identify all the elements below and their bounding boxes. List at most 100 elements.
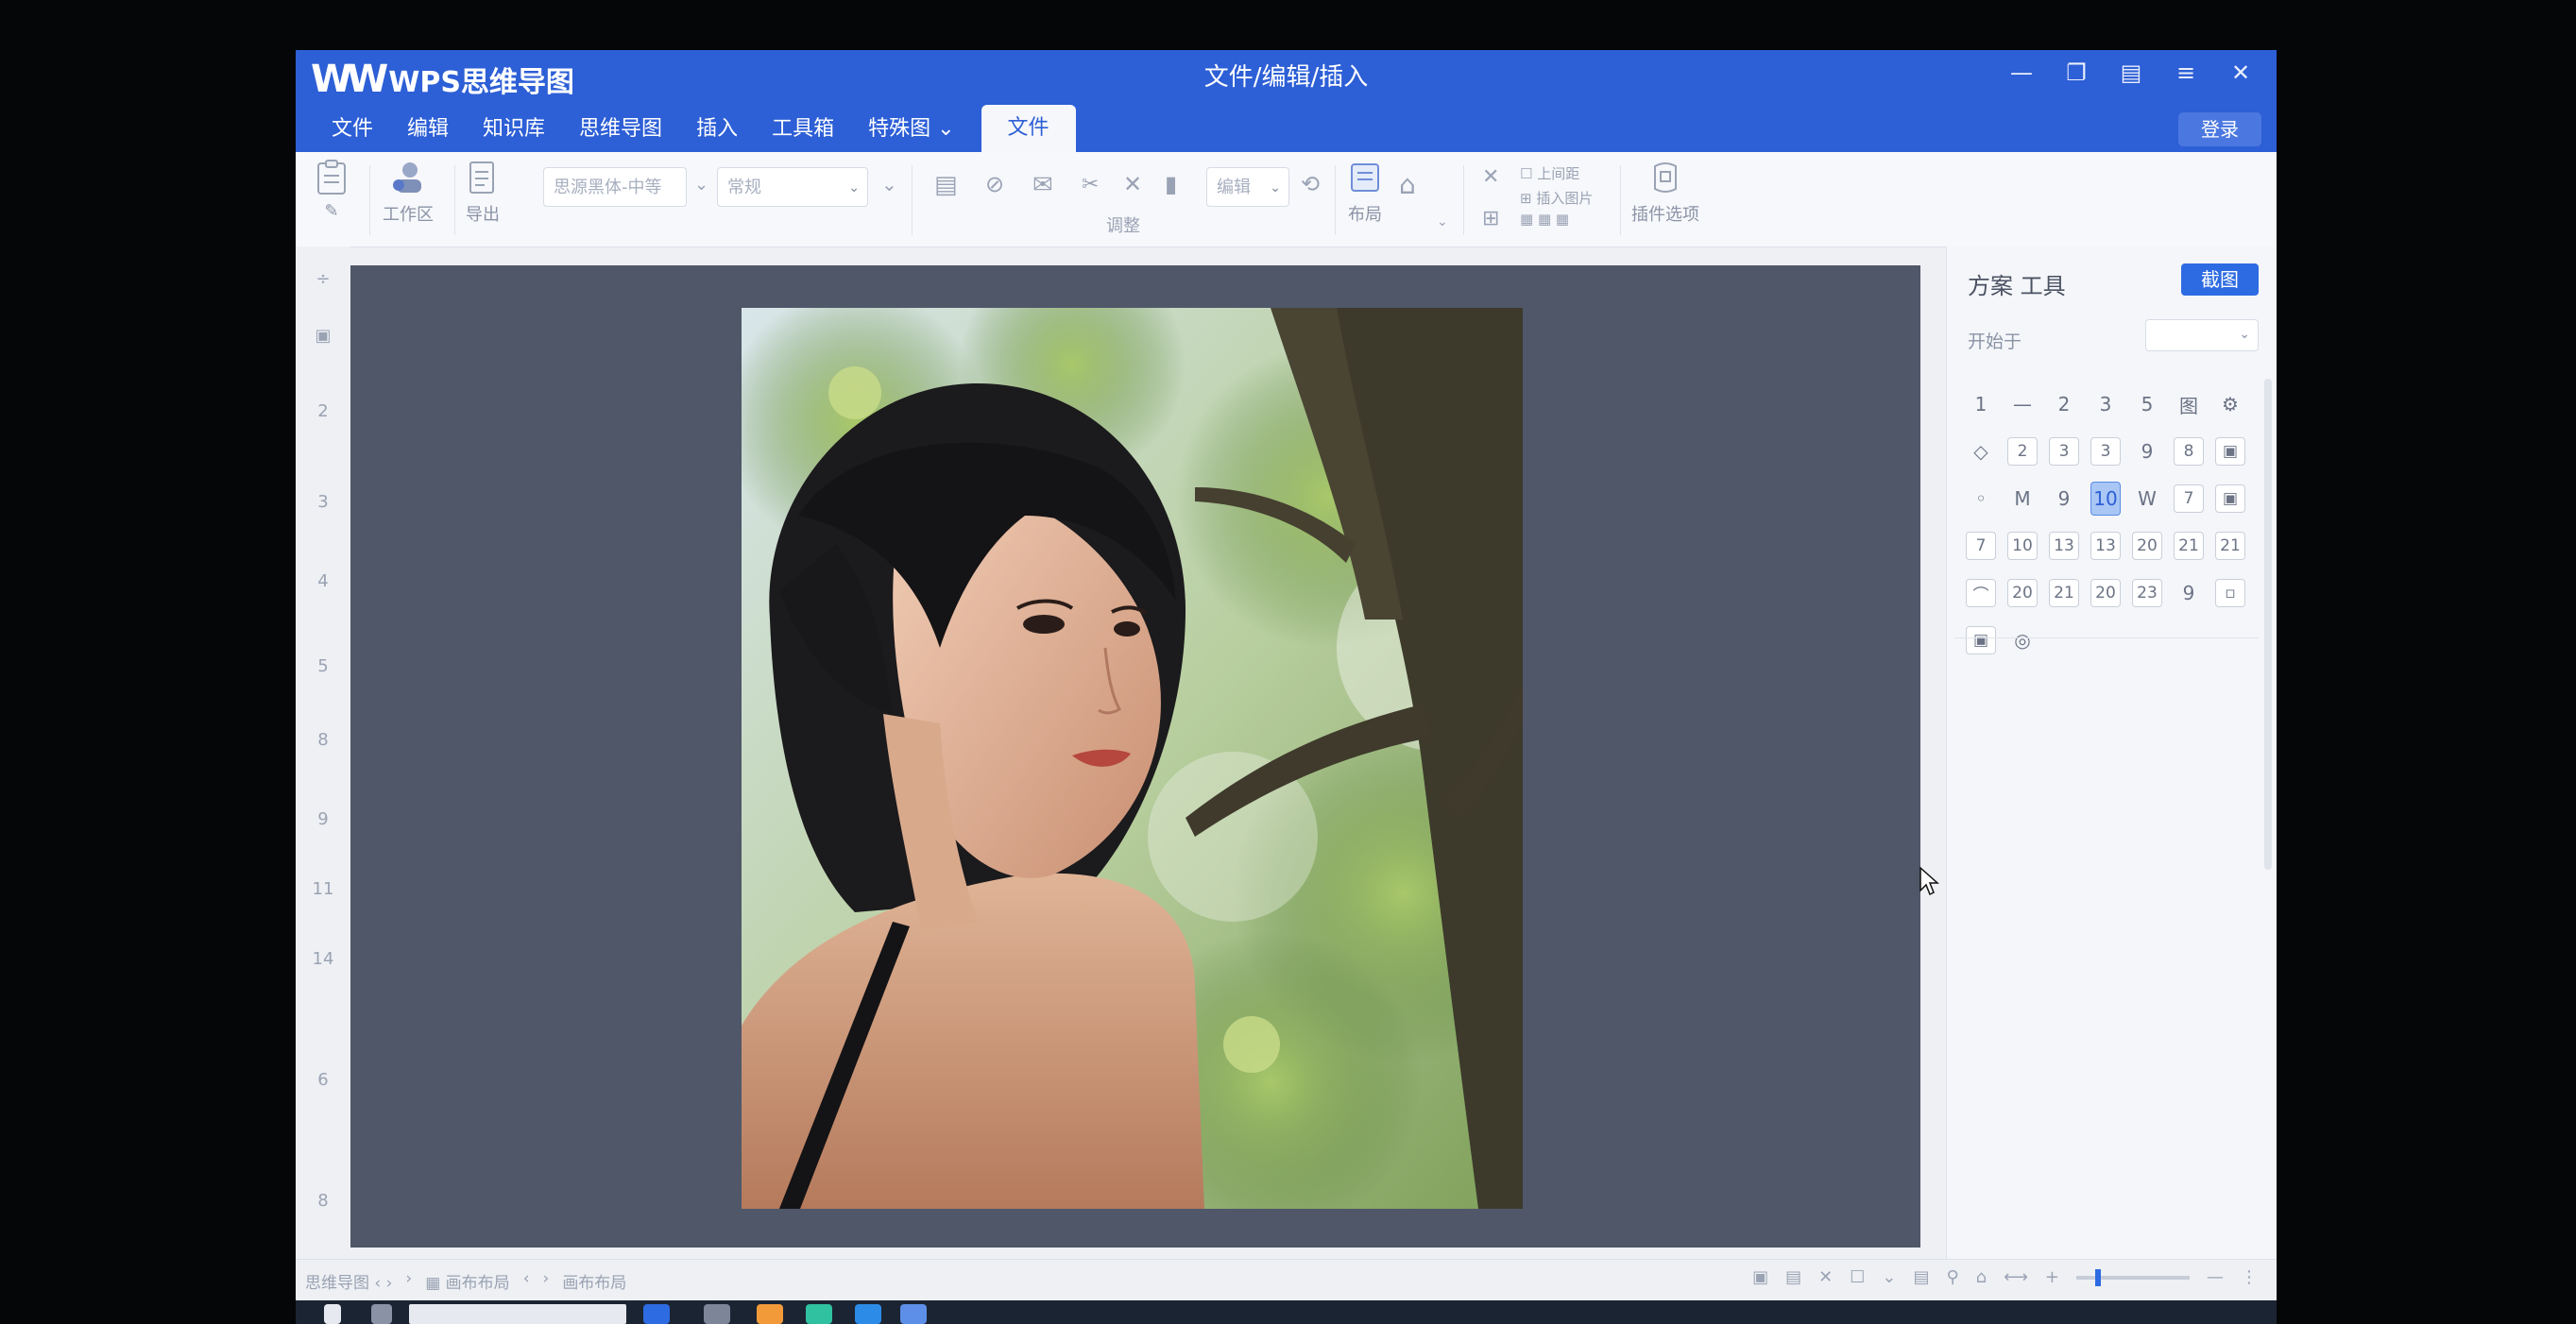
calendar-cell[interactable]: ▣: [2209, 482, 2251, 516]
calendar-cell[interactable]: —: [2002, 387, 2043, 421]
grid-icon[interactable]: ▤: [1785, 1267, 1801, 1287]
tab-file-active[interactable]: 文件: [981, 105, 1076, 152]
calendar-cell[interactable]: 8: [2168, 434, 2209, 468]
link-icon[interactable]: ⊘: [985, 171, 1004, 197]
cross-icon[interactable]: ✕: [1818, 1267, 1833, 1287]
chevron-down-icon[interactable]: ⌄: [881, 173, 897, 195]
layout-tool[interactable]: 布局: [1346, 158, 1384, 226]
target-icon[interactable]: ◎: [2002, 623, 2043, 657]
home-icon[interactable]: ⌂: [1399, 169, 1416, 200]
calendar-cell[interactable]: 10: [2002, 529, 2043, 563]
calendar-cell[interactable]: 20: [2002, 576, 2043, 610]
taskbar-app[interactable]: [704, 1304, 730, 1324]
menu-mindmap[interactable]: 思维导图: [562, 110, 679, 152]
calendar-cell-selected[interactable]: 10: [2085, 482, 2126, 516]
menu-knowledge[interactable]: 知识库: [466, 110, 562, 152]
more-options[interactable]: ▦ ▦ ▦: [1520, 211, 1569, 228]
taskbar-app[interactable]: [757, 1304, 783, 1324]
minimize-icon[interactable]: —: [2005, 54, 2039, 92]
panel-toggle-icon[interactable]: ▤: [2114, 54, 2148, 92]
start-icon[interactable]: [324, 1304, 341, 1324]
menu-tools[interactable]: 工具箱: [755, 110, 851, 152]
calendar-cell[interactable]: 9: [2168, 576, 2209, 610]
calendar-cell[interactable]: 21: [2168, 529, 2209, 563]
font-family-select[interactable]: 思源黑体-中等: [543, 167, 687, 207]
calendar-cell[interactable]: 9: [2126, 434, 2168, 468]
zoom-slider-knob[interactable]: [2095, 1268, 2101, 1286]
font-size-select[interactable]: 常规 ⌄: [717, 167, 868, 207]
calendar-cell[interactable]: 7: [1960, 529, 2002, 563]
brush-icon[interactable]: ✕: [1123, 171, 1142, 197]
start-select[interactable]: ⌄: [2145, 319, 2259, 351]
align-icon[interactable]: ▤: [934, 171, 958, 199]
rotate-icon[interactable]: ⟲: [1301, 171, 1320, 197]
menu-special[interactable]: 特殊图 ⌄: [851, 110, 971, 152]
login-button[interactable]: 登录: [2178, 112, 2261, 146]
menu-icon[interactable]: ⋮: [2241, 1267, 2258, 1287]
mail-icon[interactable]: ✉: [1032, 171, 1053, 199]
menu-insert[interactable]: 插入: [679, 110, 755, 152]
status-item[interactable]: 画布布局: [562, 1269, 626, 1293]
calendar-cell[interactable]: ⌒: [1960, 576, 2002, 610]
menu-icon[interactable]: ≡: [2169, 54, 2203, 92]
paste-tool[interactable]: ✎: [313, 158, 350, 221]
settings-icon[interactable]: ⚙: [2209, 387, 2251, 421]
frame-icon[interactable]: ☐: [1850, 1267, 1865, 1287]
group-icon[interactable]: ⊞: [1482, 207, 1499, 230]
status-item[interactable]: ‹: [523, 1269, 530, 1293]
calendar-cell[interactable]: 2: [2043, 387, 2085, 421]
calendar-cell[interactable]: 21: [2209, 529, 2251, 563]
zoom-in-icon[interactable]: —: [2207, 1267, 2224, 1287]
insert-image-option[interactable]: ⊞ 插入图片: [1520, 188, 1593, 208]
page-icon[interactable]: ▤: [1913, 1267, 1929, 1287]
status-item[interactable]: 思维导图 ‹ ›: [305, 1269, 392, 1293]
pin-icon[interactable]: ⚲: [1946, 1267, 1958, 1287]
cut-icon[interactable]: ✂: [1082, 173, 1099, 196]
zoom-slider[interactable]: [2076, 1268, 2190, 1286]
calendar-cell[interactable]: ◦: [1960, 482, 2002, 516]
calendar-cell[interactable]: 20: [2085, 576, 2126, 610]
taskbar-app[interactable]: [643, 1304, 670, 1324]
taskbar-search[interactable]: [409, 1304, 626, 1324]
calendar-cell[interactable]: 3: [2085, 387, 2126, 421]
panel-action-button[interactable]: 截图: [2181, 263, 2259, 296]
taskbar-app[interactable]: [900, 1304, 927, 1324]
connector-icon[interactable]: ✕: [1482, 165, 1499, 189]
calendar-cell[interactable]: 1: [1960, 387, 2002, 421]
plugin-tool[interactable]: 插件选项: [1631, 158, 1699, 226]
editing-canvas[interactable]: [350, 265, 1939, 1248]
export-tool[interactable]: 导出: [464, 158, 502, 226]
status-item[interactable]: ›: [543, 1269, 550, 1293]
calendar-cell[interactable]: 2: [2002, 434, 2043, 468]
menu-edit[interactable]: 编辑: [390, 110, 466, 152]
calendar-cell[interactable]: 3: [2085, 434, 2126, 468]
app-icon[interactable]: [371, 1304, 392, 1324]
calendar-cell[interactable]: 图: [2168, 387, 2209, 421]
zoom-out-icon[interactable]: +: [2045, 1267, 2059, 1287]
status-item[interactable]: ▦ 画布布局: [425, 1269, 509, 1293]
chevron-down-icon[interactable]: ⌄: [1882, 1267, 1896, 1287]
calendar-cell[interactable]: 3: [2043, 434, 2085, 468]
taskbar-app[interactable]: [855, 1304, 881, 1324]
menu-file[interactable]: 文件: [315, 110, 390, 152]
taskbar-app[interactable]: [806, 1304, 832, 1324]
restore-icon[interactable]: ❐: [2059, 54, 2093, 92]
lock-icon[interactable]: ⌂: [1976, 1267, 1987, 1287]
status-item[interactable]: ›: [405, 1269, 412, 1293]
calendar-cell[interactable]: 23: [2126, 576, 2168, 610]
calendar-cell[interactable]: W: [2126, 482, 2168, 516]
fit-icon[interactable]: ▣: [1752, 1267, 1768, 1287]
workspace-tool[interactable]: 工作区: [383, 158, 434, 226]
width-icon[interactable]: ⟷: [2004, 1267, 2028, 1287]
chevron-down-icon[interactable]: ⌄: [1437, 214, 1448, 229]
font-dropdown-icon[interactable]: ⌄: [694, 175, 708, 195]
close-icon[interactable]: ✕: [2224, 54, 2258, 92]
format-brush-icon[interactable]: ✎: [324, 201, 338, 221]
diamond-icon[interactable]: ◇: [1960, 434, 2002, 468]
bucket-icon[interactable]: ▮: [1165, 171, 1177, 197]
calendar-cell[interactable]: 13: [2043, 529, 2085, 563]
portrait-photo[interactable]: [742, 308, 1523, 1209]
calendar-cell[interactable]: 13: [2085, 529, 2126, 563]
calendar-cell[interactable]: 9: [2043, 482, 2085, 516]
spacing-option[interactable]: ☐ 上间距: [1520, 163, 1579, 183]
